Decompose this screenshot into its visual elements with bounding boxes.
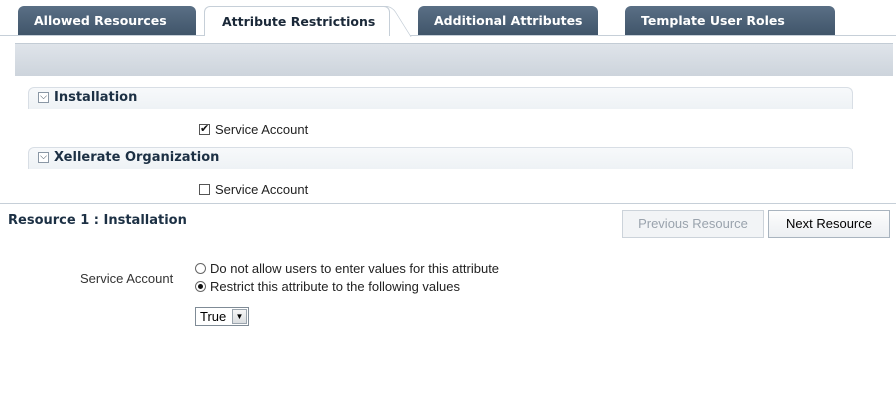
tab-allowed-resources[interactable]: Allowed Resources — [18, 6, 196, 36]
select-value: True — [200, 309, 227, 324]
radio-button[interactable] — [195, 281, 206, 293]
radio-label: Restrict this attribute to the following… — [210, 279, 461, 294]
dropdown-arrow-icon[interactable]: ▼ — [232, 309, 247, 324]
radio-button[interactable] — [195, 263, 206, 275]
resource-panel: Resource 1 : Installation Previous Resou… — [0, 203, 896, 401]
checkbox-label: Service Account — [215, 182, 309, 197]
chevron-down-icon[interactable]: ⌵ — [38, 152, 49, 163]
section-title: Xellerate Organization — [54, 150, 220, 165]
toolbar-band — [15, 43, 893, 76]
previous-resource-button[interactable]: Previous Resource — [622, 210, 764, 238]
next-resource-button[interactable]: Next Resource — [768, 210, 890, 238]
service-account-checkbox[interactable] — [199, 122, 210, 136]
tab-additional-attributes[interactable]: Additional Attributes — [418, 6, 598, 36]
checkbox-label: Service Account — [215, 122, 309, 137]
tab-divider — [0, 35, 896, 36]
section-header-xellerate-organization[interactable]: ⌵ Xellerate Organization — [28, 147, 853, 169]
checkbox-row-xellerate: Service Account — [199, 182, 308, 198]
tab-template-user-roles[interactable]: Template User Roles — [625, 6, 835, 36]
section-header-installation[interactable]: ⌵ Installation — [28, 87, 853, 109]
radio-option-restrict[interactable]: Restrict this attribute to the following… — [195, 279, 460, 294]
radio-label: Do not allow users to enter values for t… — [210, 261, 500, 276]
resource-title: Resource 1 : Installation — [8, 213, 187, 228]
field-label: Service Account — [80, 271, 174, 286]
chevron-down-icon[interactable]: ⌵ — [38, 92, 49, 103]
checkbox-row-installation: Service Account — [199, 122, 308, 138]
section-title: Installation — [54, 90, 138, 105]
tab-bar: Allowed Resources Additional Attributes … — [0, 0, 896, 37]
tab-attribute-restrictions[interactable]: Attribute Restrictions — [204, 6, 390, 36]
service-account-checkbox[interactable] — [199, 184, 210, 196]
value-select[interactable]: True ▼ — [195, 307, 249, 326]
radio-option-disallow[interactable]: Do not allow users to enter values for t… — [195, 261, 499, 276]
